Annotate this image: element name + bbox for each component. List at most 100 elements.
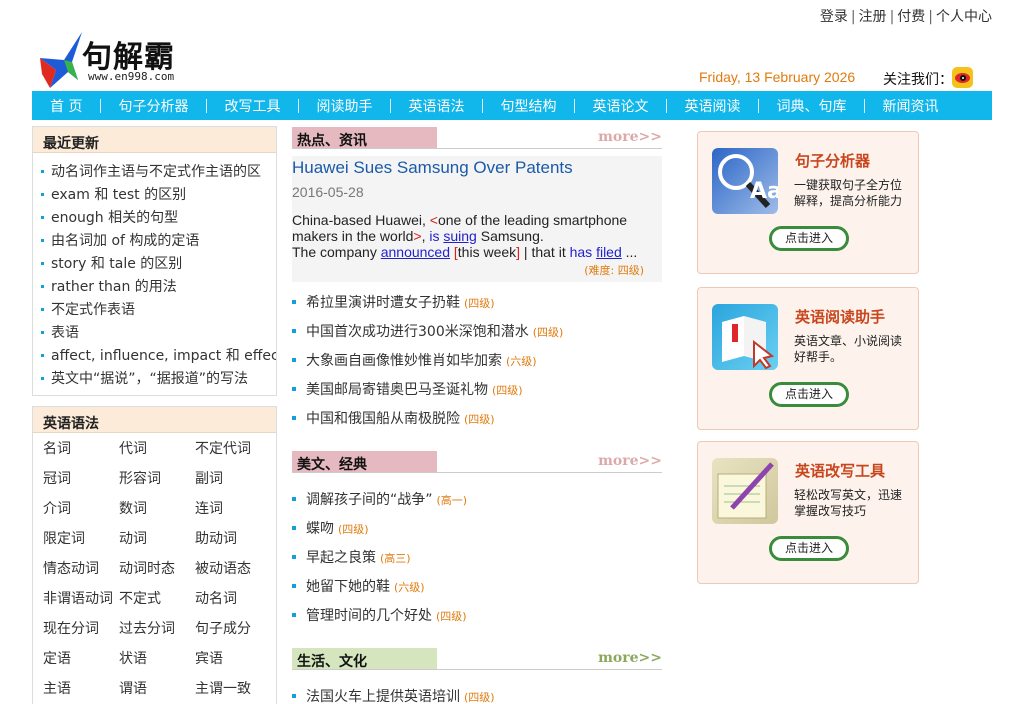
nav-home[interactable]: 首 页 [32, 96, 100, 116]
featured-title-link[interactable]: Huawei Sues Samsung Over Patents [292, 158, 573, 177]
grammar-link[interactable]: 形容词 [119, 469, 195, 499]
article-title[interactable]: 早起之良策 [306, 550, 376, 566]
classics-section-header: 美文、经典 more>> [292, 451, 662, 473]
enter-button[interactable]: 点击进入 [769, 226, 849, 251]
nav-reading-assistant[interactable]: 阅读助手 [298, 96, 390, 116]
grammar-link[interactable]: 宾语 [195, 649, 271, 679]
grammar-link[interactable]: 连词 [195, 499, 271, 529]
more-link[interactable]: more>> [598, 129, 662, 145]
grammar-link[interactable]: 定语 [43, 649, 119, 679]
book-cursor-icon [712, 304, 778, 370]
site-logo[interactable]: 句解霸 www.en998.com [32, 30, 202, 90]
grammar-link[interactable]: 情态动词 [43, 559, 119, 589]
list-item[interactable]: affect, influence, impact 和 effect [41, 345, 276, 368]
logo-url: www.en998.com [88, 70, 175, 83]
list-item[interactable]: 美国邮局寄错奥巴马圣诞礼物 (四级) [292, 379, 662, 408]
nav-sentence-analyzer[interactable]: 句子分析器 [100, 96, 206, 116]
nav-english-reading[interactable]: 英语阅读 [666, 96, 758, 116]
grammar-link[interactable]: 过去分词 [119, 619, 195, 649]
list-item[interactable]: 管理时间的几个好处 (四级) [292, 605, 662, 634]
promo-title: 英语阅读助手 [795, 308, 886, 326]
list-item[interactable]: 法国火车上提供英语培训 (四级) [292, 686, 662, 704]
article-title[interactable]: 中国和俄国船从南极脱险 [306, 411, 460, 427]
grammar-link[interactable]: 动词 [119, 529, 195, 559]
grammar-link[interactable]: 代词 [119, 439, 195, 469]
article-title[interactable]: 她留下她的鞋 [306, 579, 390, 595]
grammar-link[interactable]: 数词 [119, 499, 195, 529]
grammar-link[interactable]: 现在分词 [43, 619, 119, 649]
list-item[interactable]: 希拉里演讲时遭女子扔鞋 (四级) [292, 292, 662, 321]
grammar-link[interactable]: 动名词 [195, 589, 271, 619]
list-item[interactable]: exam 和 test 的区别 [41, 184, 276, 207]
register-link[interactable]: 注册 [859, 9, 887, 25]
follow-us-label: 关注我们： [883, 72, 953, 88]
level-badge: (六级) [394, 581, 425, 594]
list-item[interactable]: rather than 的用法 [41, 276, 276, 299]
grammar-link[interactable]: 被动语态 [195, 559, 271, 589]
login-link[interactable]: 登录 [820, 9, 848, 25]
user-center-link[interactable]: 个人中心 [936, 9, 992, 25]
list-item[interactable]: 动名词作主语与不定式作主语的区 [41, 161, 276, 184]
list-item[interactable]: 她留下她的鞋 (六级) [292, 576, 662, 605]
grammar-link[interactable]: 助动词 [195, 529, 271, 559]
nav-dictionary[interactable]: 词典、句库 [758, 96, 864, 116]
grammar-link[interactable]: 限定词 [43, 529, 119, 559]
level-badge: (四级) [464, 691, 495, 704]
article-title[interactable]: 希拉里演讲时遭女子扔鞋 [306, 295, 460, 311]
list-item[interactable]: 调解孩子间的“战争” (高一) [292, 489, 662, 518]
grammar-link[interactable]: 主谓一致 [195, 679, 271, 704]
enter-button[interactable]: 点击进入 [769, 536, 849, 561]
nav-rewrite-tool[interactable]: 改写工具 [206, 96, 298, 116]
article-title[interactable]: 美国邮局寄错奥巴马圣诞礼物 [306, 382, 488, 398]
list-item[interactable]: 不定式作表语 [41, 299, 276, 322]
enter-button[interactable]: 点击进入 [769, 382, 849, 407]
grammar-link[interactable]: 非谓语动词 [43, 589, 119, 619]
grammar-link[interactable]: 副词 [195, 469, 271, 499]
grammar-link[interactable]: 主语 [43, 679, 119, 704]
article-title[interactable]: 中国首次成功进行300米深饱和潜水 [306, 324, 529, 340]
more-link[interactable]: more>> [598, 650, 662, 666]
list-item[interactable]: 表语 [41, 322, 276, 345]
list-item[interactable]: story 和 tale 的区别 [41, 253, 276, 276]
grammar-link[interactable]: 句子成分 [195, 619, 271, 649]
promo-description: 轻松改写英文，迅速掌握改写技巧 [794, 488, 903, 518]
article-title[interactable]: 蝶吻 [306, 521, 334, 537]
excerpt-text: Samsung. [476, 228, 544, 244]
level-badge: (四级) [338, 523, 369, 536]
list-item[interactable]: 中国首次成功进行300米深饱和潜水 (四级) [292, 321, 662, 350]
list-item[interactable]: 英文中“据说”，“据报道”的写法 [41, 368, 276, 391]
nav-sentence-structure[interactable]: 句型结构 [482, 96, 574, 116]
level-badge: (高一) [436, 494, 468, 507]
grammar-link[interactable]: 介词 [43, 499, 119, 529]
grammar-link[interactable]: 不定代词 [195, 439, 271, 469]
nav-english-grammar[interactable]: 英语语法 [390, 96, 482, 116]
list-item[interactable]: 早起之良策 (高三) [292, 547, 662, 576]
article-title[interactable]: 管理时间的几个好处 [306, 608, 432, 624]
verb: is [429, 228, 440, 244]
grammar-link[interactable]: 冠词 [43, 469, 119, 499]
article-title[interactable]: 法国火车上提供英语培训 [306, 689, 460, 704]
list-item[interactable]: 中国和俄国船从南极脱险 (四级) [292, 408, 662, 437]
grammar-link[interactable]: 名词 [43, 439, 119, 469]
list-item[interactable]: 由名词加 of 构成的定语 [41, 230, 276, 253]
pay-link[interactable]: 付费 [897, 9, 925, 25]
article-title[interactable]: 大象画自画像惟妙惟肖如毕加索 [306, 353, 502, 369]
grammar-link[interactable]: 谓语 [119, 679, 195, 704]
section-title: 热点、资讯 [292, 127, 437, 149]
grammar-link[interactable]: 不定式 [119, 589, 195, 619]
more-link[interactable]: more>> [598, 453, 662, 469]
nav-news[interactable]: 新闻资讯 [864, 96, 956, 116]
grammar-link[interactable]: 动词时态 [119, 559, 195, 589]
grammar-link[interactable]: 状语 [119, 649, 195, 679]
verb: has [569, 244, 593, 260]
weibo-icon[interactable] [952, 67, 973, 88]
nav-english-papers[interactable]: 英语论文 [574, 96, 666, 116]
list-item[interactable]: 大象画自画像惟妙惟肖如毕加索 (六级) [292, 350, 662, 379]
excerpt-text: The company [292, 244, 381, 260]
list-item[interactable]: enough 相关的句型 [41, 207, 276, 230]
list-item[interactable]: 蝶吻 (四级) [292, 518, 662, 547]
level-badge: (六级) [506, 355, 537, 368]
level-badge: (高三) [380, 552, 411, 565]
featured-article: Huawei Sues Samsung Over Patents 2016-05… [292, 156, 662, 282]
article-title[interactable]: 调解孩子间的“战争” [306, 492, 433, 508]
